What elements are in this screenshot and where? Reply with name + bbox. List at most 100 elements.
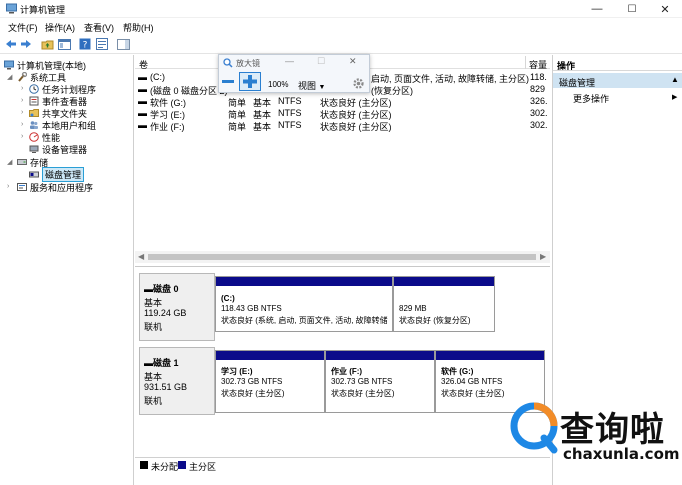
disk-icon: ▬ xyxy=(144,284,153,294)
magnifier-window[interactable]: 放大镜 — ☐ ✕ 100% 视图 ▼ xyxy=(218,54,370,93)
partition-size: 118.43 GB NTFS xyxy=(221,304,282,313)
expand-arrow-icon[interactable]: › xyxy=(21,109,23,116)
zoom-level: 100% xyxy=(268,80,289,89)
actions-section-disk-management[interactable]: 磁盘管理 ▲ xyxy=(553,73,682,88)
disk-management-icon xyxy=(29,171,39,178)
magnifier-icon xyxy=(223,58,233,68)
expand-arrow-icon[interactable]: › xyxy=(21,133,23,140)
expand-arrow-icon[interactable]: › xyxy=(21,97,23,104)
expand-arrow-icon[interactable]: › xyxy=(21,121,23,128)
disk-icon: ▬ xyxy=(144,358,153,368)
drive-icon: ▬ xyxy=(138,120,147,130)
tree-item-disk-management[interactable]: 磁盘管理 xyxy=(29,166,85,182)
tree-item-task-scheduler[interactable]: 任务计划程序 xyxy=(29,83,96,95)
collapse-arrow-icon[interactable]: ◢ xyxy=(7,158,12,166)
cell-filesystem: NTFS xyxy=(278,120,302,130)
legend-unallocated: 未分配 xyxy=(151,462,179,472)
zoom-in-button[interactable] xyxy=(239,72,261,91)
disk-1-info[interactable]: ▬磁盘 1 基本 931.51 GB 联机 xyxy=(139,347,215,415)
window-title: 计算机管理 xyxy=(20,5,66,15)
partition-c[interactable]: (C:) 118.43 GB NTFS 状态良好 (系统, 启动, 页面文件, … xyxy=(215,276,393,332)
cell-capacity: 326. xyxy=(530,96,548,106)
table-row[interactable]: ▬ 作业 (F:) 简单 基本 NTFS 状态良好 (主分区) 302. xyxy=(135,119,550,132)
tools-icon xyxy=(18,72,27,82)
partition-status: 状态良好 (恢复分区) xyxy=(399,316,471,325)
maximize-button[interactable]: ☐ xyxy=(615,0,649,18)
partition-size: 302.73 GB NTFS xyxy=(331,377,393,386)
collapse-arrow-icon[interactable]: ◢ xyxy=(7,73,12,81)
show-hide-tree-button[interactable] xyxy=(57,37,71,51)
submenu-arrow-icon: ▶ xyxy=(672,94,678,101)
partition-bar xyxy=(436,351,544,360)
disk-layout-area: ▬磁盘 0 基本 119.24 GB 联机 (C:) 118.43 GB NTF… xyxy=(135,266,550,462)
up-folder-button[interactable] xyxy=(40,37,54,51)
legend-swatch-unallocated xyxy=(140,461,148,469)
scroll-left-icon[interactable]: ◀ xyxy=(138,252,144,261)
column-divider[interactable] xyxy=(525,56,526,69)
collapse-triangle-icon[interactable]: ▲ xyxy=(671,75,679,84)
drive-icon: ▬ xyxy=(138,84,147,94)
table-row[interactable]: ▬ 学习 (E:) 简单 基本 NTFS 状态良好 (主分区) 302. xyxy=(135,107,550,120)
tree-item-performance[interactable]: 性能 xyxy=(29,131,60,143)
event-viewer-icon xyxy=(29,96,39,106)
magnifier-close-button[interactable]: ✕ xyxy=(349,56,357,67)
partition-label: (C:) xyxy=(221,294,235,303)
expand-arrow-icon[interactable]: › xyxy=(21,85,23,92)
disk-size: 119.24 GB xyxy=(144,308,187,318)
menu-view[interactable]: 查看(V) xyxy=(84,21,114,34)
title-bar[interactable]: 计算机管理 — ☐ ✕ xyxy=(0,0,682,18)
tree-item-system-tools[interactable]: 系统工具 xyxy=(17,71,66,83)
partition-status: 状态良好 (系统, 启动, 页面文件, 活动, 故障转储 xyxy=(221,316,388,325)
cell-capacity: 829 xyxy=(530,84,546,94)
console-tree-icon xyxy=(57,38,71,50)
partition-bar xyxy=(394,277,494,286)
arrow-right-icon xyxy=(21,40,31,48)
menu-action[interactable]: 操作(A) xyxy=(45,21,75,34)
disk-0-info[interactable]: ▬磁盘 0 基本 119.24 GB 联机 xyxy=(139,273,215,341)
tree-item-event-viewer[interactable]: 事件查看器 xyxy=(29,95,87,107)
gear-icon[interactable] xyxy=(352,77,365,90)
expand-arrow-icon[interactable]: › xyxy=(7,183,9,190)
partition-size: 326.04 GB NTFS xyxy=(441,377,503,386)
column-header-volume[interactable]: 卷 xyxy=(139,58,148,71)
device-manager-icon xyxy=(29,145,39,153)
scroll-thumb[interactable] xyxy=(148,254,536,260)
tree-item-services-apps[interactable]: 服务和应用程序 xyxy=(17,181,93,193)
column-header-capacity[interactable]: 容量 xyxy=(529,58,547,71)
view-menu-button[interactable]: 视图 ▼ xyxy=(298,79,325,92)
partition-size: 829 MB xyxy=(399,304,427,313)
tree-item-device-manager[interactable]: 设备管理器 xyxy=(29,143,87,155)
tree-item-root[interactable]: 计算机管理(本地) xyxy=(4,59,86,71)
clock-icon xyxy=(29,84,39,94)
tree-item-shared-folders[interactable]: 共享文件夹 xyxy=(29,107,87,119)
menu-help[interactable]: 帮助(H) xyxy=(123,21,154,34)
magnifier-minimize-button[interactable]: — xyxy=(285,56,294,66)
cell-volume: 作业 (F:) xyxy=(150,122,185,132)
partition-e[interactable]: 学习 (E:) 302.73 GB NTFS 状态良好 (主分区) xyxy=(215,350,325,413)
partition-bar xyxy=(216,351,324,360)
computer-management-icon xyxy=(4,60,14,70)
table-row[interactable]: ▬ 软件 (G:) 简单 基本 NTFS 状态良好 (主分区) 326. xyxy=(135,95,550,108)
properties-button[interactable] xyxy=(95,37,109,51)
partition-recovery[interactable]: 829 MB 状态良好 (恢复分区) xyxy=(393,276,495,332)
close-button[interactable]: ✕ xyxy=(648,0,682,18)
partition-status: 状态良好 (主分区) xyxy=(221,389,285,398)
actions-header: 操作 xyxy=(553,56,682,71)
scroll-right-icon[interactable]: ▶ xyxy=(540,252,546,261)
tree-item-local-users[interactable]: 本地用户和组 xyxy=(29,119,96,131)
storage-icon xyxy=(17,159,27,165)
more-actions-link[interactable]: 更多操作 xyxy=(573,92,609,105)
menu-file[interactable]: 文件(F) xyxy=(8,21,38,34)
cell-capacity: 302. xyxy=(530,108,548,118)
back-button[interactable] xyxy=(4,37,18,51)
help-button[interactable]: ? xyxy=(78,37,92,51)
minimize-button[interactable]: — xyxy=(580,0,614,18)
toolbar: ? xyxy=(0,35,682,54)
magnifier-maximize-button[interactable]: ☐ xyxy=(317,56,325,67)
forward-button[interactable] xyxy=(19,37,33,51)
horizontal-scrollbar[interactable]: ◀ ▶ xyxy=(135,251,550,263)
show-action-pane-button[interactable] xyxy=(116,37,130,51)
help-icon: ? xyxy=(79,38,91,50)
partition-f[interactable]: 作业 (F:) 302.73 GB NTFS 状态良好 (主分区) xyxy=(325,350,435,413)
zoom-out-button[interactable] xyxy=(222,80,234,83)
